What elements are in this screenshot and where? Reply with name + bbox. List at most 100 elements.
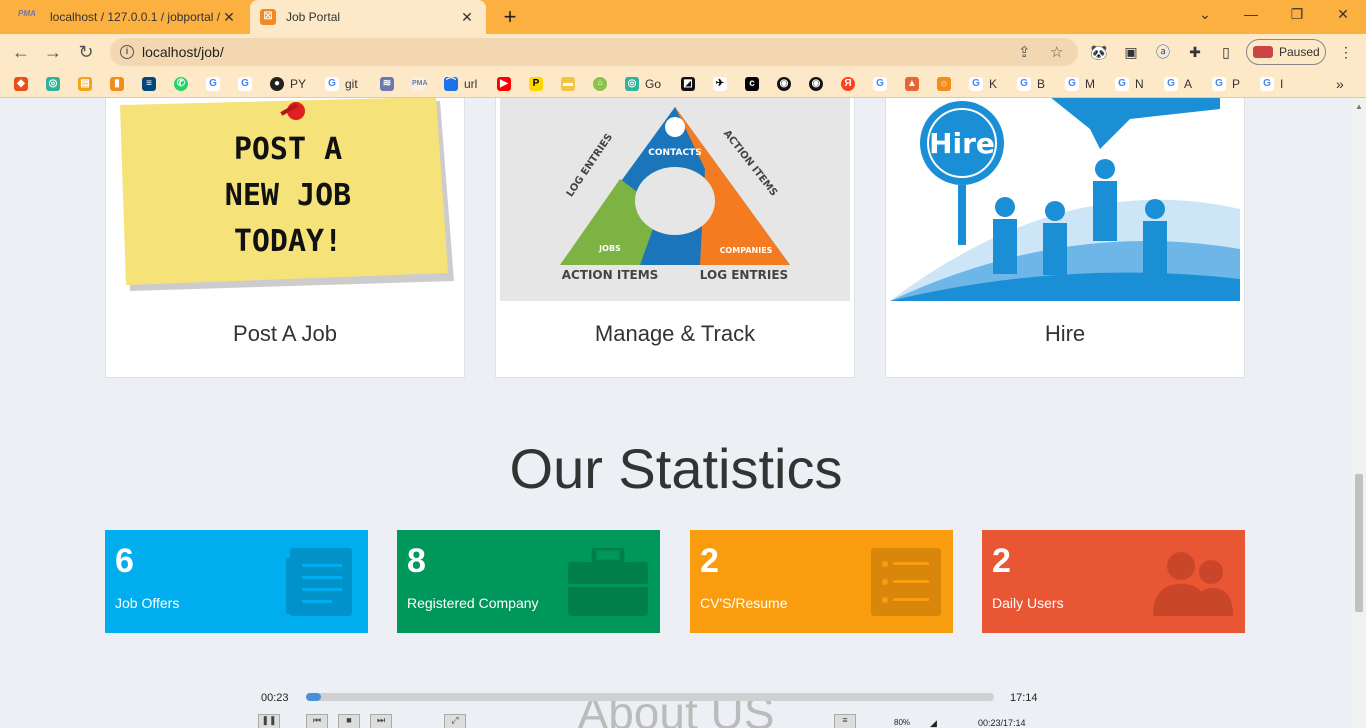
close-window-button[interactable]: ✕ (1331, 6, 1355, 23)
tab-search-icon[interactable]: ⌄ (1193, 6, 1217, 23)
job-portal-icon: ☒ (260, 9, 276, 25)
playlist-button[interactable]: ≡ (834, 714, 856, 728)
bookmark-i[interactable]: GI (1260, 75, 1283, 93)
restore-button[interactable]: ❐ (1285, 6, 1309, 23)
bookmark-k[interactable]: GK (969, 75, 997, 93)
bookmark-google[interactable]: G (238, 75, 258, 93)
bookmark-p[interactable]: GP (1212, 75, 1240, 93)
post-job-image-text: TODAY! (234, 224, 342, 259)
share-icon[interactable]: ⇪ (1018, 43, 1031, 61)
stat-job-offers[interactable]: 6 Job Offers (105, 530, 368, 633)
extension-panda-icon[interactable]: 🐼 (1089, 42, 1109, 62)
tab-title: localhost / 127.0.0.1 / jobportal / (50, 10, 220, 24)
stat-registered-company[interactable]: 8 Registered Company (397, 530, 660, 633)
bookmark-item[interactable]: ○ (593, 75, 613, 93)
info-icon[interactable]: i (120, 45, 134, 59)
bookmark-label: PY (290, 77, 307, 91)
back-button[interactable]: ← (10, 41, 32, 63)
bookmark-label: K (989, 77, 998, 91)
stop-button[interactable]: ■ (338, 714, 360, 728)
bookmark-py[interactable]: ● PY (270, 75, 306, 93)
stat-daily-users[interactable]: 2 Daily Users (982, 530, 1245, 633)
next-button[interactable]: ⏭ (370, 714, 392, 728)
google-icon: G (1260, 77, 1274, 91)
stat-cv-resume[interactable]: 2 CV'S/Resume (690, 530, 953, 633)
bookmark-item[interactable]: ◉ (809, 75, 829, 93)
previous-button[interactable]: ⏮ (306, 714, 328, 728)
bookmark-yandex[interactable]: Я (841, 75, 861, 93)
bookmark-item[interactable]: ☼ (937, 75, 957, 93)
seek-bar[interactable] (306, 693, 994, 701)
scroll-up-icon[interactable]: ▲ (1355, 102, 1363, 111)
bookmark-item[interactable]: ◩ (681, 75, 701, 93)
bookmark-m[interactable]: GM (1065, 75, 1095, 93)
bookmark-icon: ≋ (380, 77, 394, 91)
bookmark-pma[interactable]: PMA (412, 75, 432, 93)
extensions-puzzle-icon[interactable]: ✚ (1185, 42, 1205, 62)
stat-value: 8 (407, 542, 426, 580)
side-panel-icon[interactable]: ▯ (1216, 42, 1236, 62)
extension-image-icon[interactable]: ▣ (1121, 42, 1141, 62)
bookmark-url[interactable]: ⌒ url (444, 75, 477, 93)
pause-button[interactable]: ❚❚ (258, 714, 280, 728)
chart-bars-icon: ▮ (110, 77, 124, 91)
card-post-job[interactable]: POST A NEW JOB TODAY! Post A Job (105, 98, 465, 378)
forward-button[interactable]: → (42, 41, 64, 63)
extension-a-icon[interactable]: ⓐ (1153, 42, 1173, 62)
bookmark-label: git (345, 77, 358, 91)
bookmark-folder[interactable]: ▬ (561, 75, 581, 93)
stat-label: CV'S/Resume (700, 595, 788, 611)
bookmark-google[interactable]: G (873, 75, 893, 93)
seek-progress (306, 693, 322, 701)
bookmark-git[interactable]: Ggit (325, 75, 358, 93)
close-icon[interactable]: ✕ (458, 9, 476, 26)
bookmark-ieee[interactable]: ≡ (142, 75, 162, 93)
minimize-button[interactable]: — (1239, 6, 1263, 22)
close-icon[interactable]: ✕ (220, 9, 238, 26)
stat-value: 2 (992, 542, 1011, 580)
bookmark-a[interactable]: GA (1164, 75, 1192, 93)
card-hire[interactable]: Hire Hire (885, 98, 1245, 378)
address-bar[interactable]: i localhost/job/ ⇪ ☆ (110, 38, 1078, 66)
new-tab-button[interactable]: + (498, 4, 522, 30)
bookmark-item[interactable]: ≋ (380, 75, 400, 93)
stat-value: 2 (700, 542, 719, 580)
profile-button[interactable]: Paused (1246, 39, 1326, 65)
diagram-label: JOBS (598, 244, 621, 253)
reload-button[interactable]: ↻ (75, 41, 97, 63)
tab-phpmyadmin[interactable]: PMA localhost / 127.0.0.1 / jobportal / … (8, 0, 248, 34)
bookmark-google[interactable]: G (206, 75, 226, 93)
matlab-icon: ▲ (905, 77, 919, 91)
bookmark-item[interactable]: ✈ (713, 75, 733, 93)
bookmark-youtube[interactable]: ▶ (497, 75, 517, 93)
bookmark-item[interactable]: c (745, 75, 765, 93)
bookmark-item[interactable]: P (529, 75, 549, 93)
bookmark-matlab[interactable]: ▲ (905, 75, 925, 93)
bookmark-label: P (1232, 77, 1241, 91)
more-bookmarks-icon[interactable]: » (1336, 75, 1344, 93)
address-url[interactable]: localhost/job/ (142, 44, 224, 60)
bookmark-item[interactable]: ▮ (110, 75, 130, 93)
menu-kebab-icon[interactable]: ⋮ (1336, 42, 1356, 62)
card-manage-track[interactable]: CONTACTS ACTION ITEMS LOG ENTRIES JOBS C… (495, 98, 855, 378)
bookmark-icon: ☼ (937, 77, 951, 91)
star-icon[interactable]: ☆ (1050, 43, 1063, 61)
bookmark-apps[interactable]: ◆ (14, 75, 34, 93)
volume-icon[interactable]: ◢ (930, 718, 937, 728)
bookmark-n[interactable]: GN (1115, 75, 1144, 93)
bookmark-icon: ▤ (78, 77, 92, 91)
bookmark-go[interactable]: ◎ Go (625, 75, 661, 93)
tab-job-portal[interactable]: ☒ Job Portal ✕ (250, 0, 486, 34)
fullscreen-button[interactable]: ⤢ (444, 714, 466, 728)
bookmark-item[interactable]: ▤ (78, 75, 98, 93)
scrollbar-thumb[interactable] (1355, 474, 1363, 612)
stat-value: 6 (115, 542, 134, 580)
bookmark-icon: c (745, 77, 759, 91)
bookmark-item[interactable]: ◉ (777, 75, 797, 93)
bookmark-whatsapp[interactable]: ✆ (174, 75, 194, 93)
bookmark-item[interactable]: ◎ (46, 75, 66, 93)
bookmark-b[interactable]: GB (1017, 75, 1045, 93)
globe-icon: ◉ (809, 77, 823, 91)
google-icon: G (1065, 77, 1079, 91)
page-scrollbar[interactable]: ▲ (1352, 98, 1366, 728)
